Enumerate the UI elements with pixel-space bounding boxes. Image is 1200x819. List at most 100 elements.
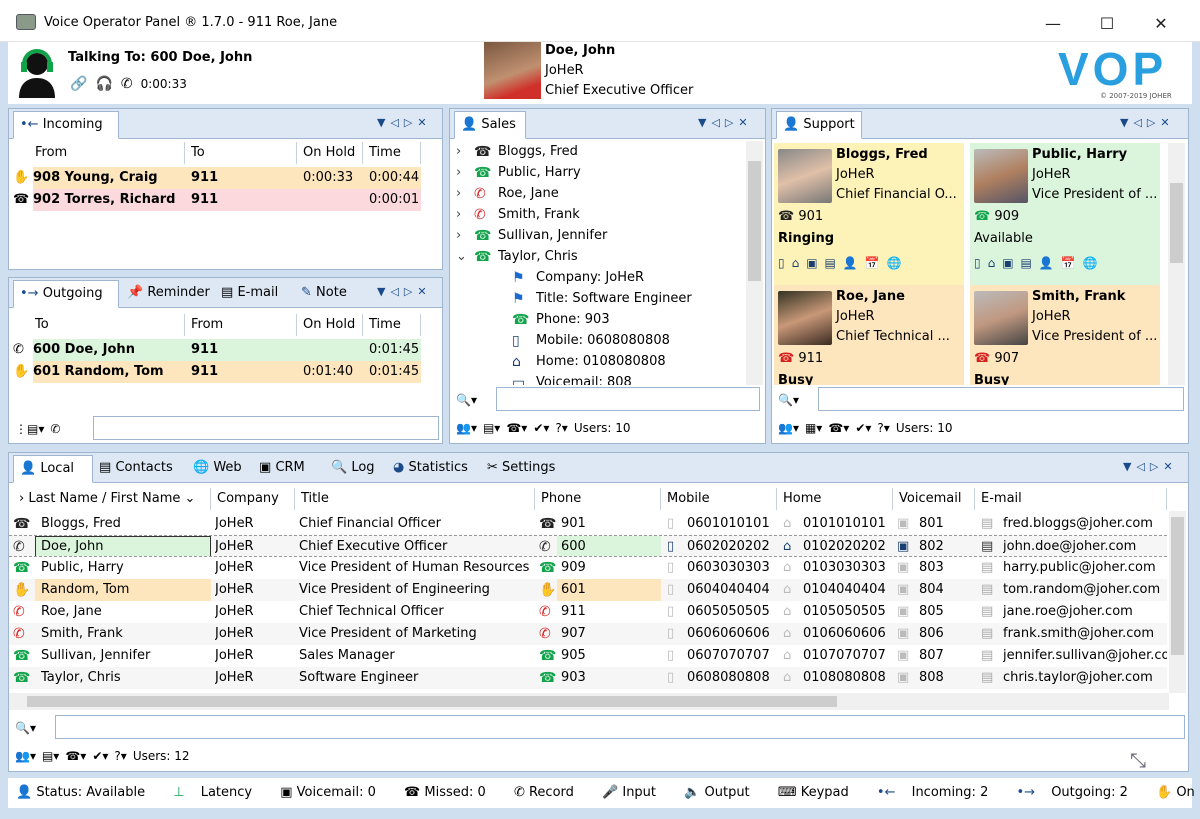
col-voicemail[interactable]: Voicemail [893, 488, 975, 510]
tree-user-item[interactable]: › ✆ Roe, Jane [450, 183, 745, 205]
check-icon[interactable]: ✔▾ [533, 421, 549, 435]
col-to[interactable]: To [185, 142, 297, 164]
incoming-call-row[interactable]: ✋ 908 Young, Craig 911 0:00:33 0:00:44 [13, 167, 421, 189]
col-company[interactable]: Company [211, 488, 295, 510]
outgoing-call-row[interactable]: ✋ 601 Random, Tom 911 0:01:40 0:01:45 [13, 361, 421, 383]
panel-controls[interactable]: ▼◁▷✕ [377, 116, 432, 129]
table-row[interactable]: ✆ ✆ ▯ ⌂ ▣ ▤ Doe, John JoHeR Chief Executive Offi… [9, 535, 1167, 557]
user-card[interactable]: Smith, Frank JoHeR Vice President of ... ☎ … [970, 285, 1160, 385]
col-from[interactable]: From [185, 314, 297, 336]
support-scrollbar[interactable] [1168, 143, 1185, 385]
tree-detail-item[interactable]: ▯ Mobile: 0608080808 [450, 330, 745, 352]
panel-controls[interactable]: ▼◁▷✕ [377, 285, 432, 298]
local-search-input[interactable] [55, 715, 1185, 739]
col-home[interactable]: Home [777, 488, 893, 510]
on-hold-count[interactable]: ✋ On Hold: 2 [1156, 785, 1200, 800]
search-icon[interactable]: 🔍▾ [15, 715, 36, 741]
tab-settings[interactable]: ✂ Settings [481, 455, 561, 483]
outgoing-call-row[interactable]: ✆ 600 Doe, John 911 0:01:45 [13, 339, 421, 361]
expand-arrow-icon[interactable]: › [456, 204, 468, 226]
add-user-icon[interactable]: 👥▾ [15, 749, 36, 763]
tab-local[interactable]: 👤 Local [13, 455, 93, 483]
link-icon[interactable]: 🔗 [70, 76, 87, 92]
keypad-button[interactable]: ⌨ Keypad [778, 785, 861, 800]
tab-crm[interactable]: ▣ CRM [253, 455, 311, 483]
tree-user-item[interactable]: › ☎ Bloggs, Fred [450, 141, 745, 163]
support-search-input[interactable] [818, 387, 1184, 411]
tab-outgoing[interactable]: •→ Outgoing [13, 280, 119, 308]
help-icon[interactable]: ?▾ [877, 421, 889, 435]
local-vscrollbar[interactable] [1169, 511, 1186, 693]
expand-arrow-icon[interactable]: › [456, 183, 468, 205]
user-card[interactable]: Bloggs, Fred JoHeR Chief Financial O... ☎ 9… [774, 143, 964, 285]
phone-menu-icon[interactable]: ☎▾ [828, 421, 849, 435]
tab-web[interactable]: 🌐 Web [187, 455, 248, 483]
table-row[interactable]: ✋ ✋ ▯ ⌂ ▣ ▤ Random, Tom JoHeR Vice President of … [9, 579, 1167, 601]
tree-detail-item[interactable]: ⌂ Home: 0108080808 [450, 351, 745, 373]
panel-controls[interactable]: ▼◁▷✕ [1123, 460, 1178, 473]
expand-arrow-icon[interactable]: › [456, 141, 468, 163]
contact-action-icons[interactable]: ▯⌂▣▤👤📅🌐 [778, 256, 909, 270]
output-button[interactable]: 🔈 Output [684, 785, 762, 800]
tree-detail-item[interactable]: ⚑ Company: JoHeR [450, 267, 745, 289]
tab-log[interactable]: 🔍 Log [325, 455, 381, 483]
tree-user-item[interactable]: ⌄ ☎ Taylor, Chris [450, 246, 745, 268]
grid-icon[interactable]: ▦▾ [805, 421, 822, 435]
voicemail-indicator[interactable]: ▣ Voicemail: 0 [280, 785, 388, 800]
view-icon[interactable]: ▤▾ [483, 421, 500, 435]
expand-arrow-icon[interactable]: › [456, 225, 468, 247]
col-on-hold[interactable]: On Hold [297, 314, 363, 336]
tree-detail-item[interactable]: ☎ Phone: 903 [450, 309, 745, 331]
tab-incoming[interactable]: •← Incoming [13, 111, 119, 139]
table-row[interactable]: ✆ ✆ ▯ ⌂ ▣ ▤ Smith, Frank JoHeR Vice President of… [9, 623, 1167, 645]
tab-note[interactable]: ✎ Note [295, 280, 353, 308]
table-row[interactable]: ☎ ☎ ▯ ⌂ ▣ ▤ Public, Harry JoHeR Vice President o… [9, 557, 1167, 579]
tree-user-item[interactable]: › ✆ Smith, Frank [450, 204, 745, 226]
table-row[interactable]: ☎ ☎ ▯ ⌂ ▣ ▤ Bloggs, Fred JoHeR Chief Financial O… [9, 513, 1167, 535]
add-user-icon[interactable]: 👥▾ [778, 421, 799, 435]
expand-arrow-icon[interactable]: ⌄ [456, 246, 468, 268]
user-card[interactable]: Public, Harry JoHeR Vice President of ... ☎… [970, 143, 1160, 285]
incoming-count[interactable]: •← Incoming: 2 [877, 785, 1000, 800]
col-title[interactable]: Title [295, 488, 535, 510]
col-email[interactable]: E-mail [975, 488, 1167, 510]
contact-action-icons[interactable]: ▯⌂▣▤👤📅🌐 [974, 256, 1105, 270]
tab-contacts[interactable]: ▤ Contacts [93, 455, 179, 483]
tree-user-item[interactable]: › ☎ Sullivan, Jennifer [450, 225, 745, 247]
tab-statistics[interactable]: ◕ Statistics [387, 455, 474, 483]
check-icon[interactable]: ✔▾ [92, 749, 108, 763]
table-row[interactable]: ☎ ☎ ▯ ⌂ ▣ ▤ Taylor, Chris JoHeR Software Enginee… [9, 667, 1167, 689]
status-indicator[interactable]: 👤 Status: Available [16, 785, 157, 800]
panel-controls[interactable]: ▼◁▷✕ [1120, 116, 1175, 129]
check-icon[interactable]: ✔▾ [855, 421, 871, 435]
missed-indicator[interactable]: ☎ Missed: 0 [404, 785, 498, 800]
minimize-button[interactable]: — [1030, 10, 1076, 38]
col-from[interactable]: From [29, 142, 185, 164]
close-button[interactable]: ✕ [1138, 10, 1184, 38]
input-button[interactable]: 🎤 Input [602, 785, 668, 800]
expand-arrow-icon[interactable]: › [456, 162, 468, 184]
tree-detail-item[interactable]: ▭ Voicemail: 808 [450, 372, 745, 385]
dial-icon[interactable]: ✆ [50, 422, 60, 436]
sales-scrollbar[interactable] [746, 141, 763, 385]
dial-input[interactable] [93, 416, 439, 440]
search-icon[interactable]: 🔍▾ [456, 387, 477, 413]
panel-controls[interactable]: ▼◁▷✕ [698, 116, 753, 129]
handset-icon[interactable]: ✆ [121, 76, 133, 92]
col-phone[interactable]: Phone [535, 488, 661, 510]
latency-indicator[interactable]: ⊥ Latency [173, 785, 264, 800]
tab-sales[interactable]: 👤 Sales [454, 111, 526, 139]
record-button[interactable]: ✆ Record [514, 785, 586, 800]
help-icon[interactable]: ?▾ [555, 421, 567, 435]
headset-icon[interactable]: 🎧 [95, 76, 112, 92]
col-mobile[interactable]: Mobile [661, 488, 777, 510]
incoming-call-row[interactable]: ☎ 902 Torres, Richard 911 0:00:01 [13, 189, 421, 211]
view-icon[interactable]: ▤▾ [42, 749, 59, 763]
user-card[interactable]: Roe, Jane JoHeR Chief Technical ... ☎ 911 Bu… [774, 285, 964, 385]
resize-expand-icon[interactable]: ⤡ [1130, 750, 1146, 770]
search-icon[interactable]: 🔍▾ [778, 387, 799, 413]
col-on-hold[interactable]: On Hold [297, 142, 363, 164]
local-hscrollbar[interactable] [9, 693, 1169, 710]
tree-detail-item[interactable]: ⚑ Title: Software Engineer [450, 288, 745, 310]
tree-user-item[interactable]: › ☎ Public, Harry [450, 162, 745, 184]
